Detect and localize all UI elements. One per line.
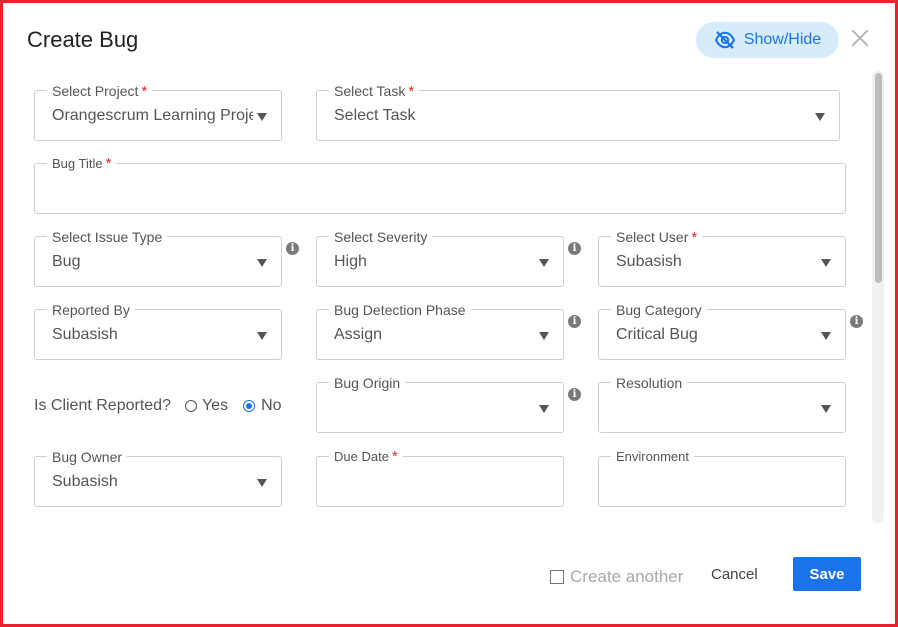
info-icon[interactable]: i	[568, 388, 581, 401]
resolution-label: Resolution	[611, 375, 688, 391]
radio-no-label[interactable]: No	[261, 397, 281, 415]
client-reported-question: Is Client Reported?	[34, 397, 171, 414]
dropdown-caret-icon	[539, 332, 549, 340]
required-marker: *	[105, 155, 112, 172]
required-marker: *	[141, 83, 148, 100]
select-issue-type-dropdown[interactable]: Select Issue Type Bug	[34, 229, 282, 287]
eye-off-icon	[714, 31, 735, 49]
reported-by-dropdown[interactable]: Reported By Subasish	[34, 302, 282, 360]
select-project-value: Orangescrum Learning Proje...	[52, 107, 253, 124]
due-date-input[interactable]: Due Date *	[316, 449, 564, 507]
dropdown-caret-icon	[539, 405, 549, 413]
bug-title-label: Bug Title	[52, 156, 103, 171]
radio-yes-label[interactable]: Yes	[202, 397, 228, 415]
create-another-toggle[interactable]: Create another	[550, 567, 683, 587]
select-user-dropdown[interactable]: Select User * Subasish	[598, 229, 846, 287]
create-another-checkbox[interactable]	[550, 570, 564, 584]
radio-yes[interactable]	[184, 400, 197, 412]
bug-origin-label: Bug Origin	[329, 375, 406, 391]
bug-detection-phase-dropdown[interactable]: Bug Detection Phase Assign	[316, 302, 564, 360]
environment-input[interactable]: Environment	[598, 449, 846, 507]
dropdown-caret-icon	[821, 405, 831, 413]
reported-by-value: Subasish	[52, 326, 118, 343]
info-icon[interactable]: i	[568, 242, 581, 255]
radio-no[interactable]	[243, 400, 256, 412]
required-marker: *	[408, 83, 415, 100]
bug-category-dropdown[interactable]: Bug Category Critical Bug	[598, 302, 846, 360]
bug-category-value: Critical Bug	[616, 326, 698, 343]
bug-category-label: Bug Category	[611, 302, 707, 318]
required-marker: *	[691, 229, 698, 246]
dropdown-caret-icon	[821, 259, 831, 267]
cancel-button[interactable]: Cancel	[711, 566, 758, 583]
dropdown-caret-icon	[257, 479, 267, 487]
select-issue-type-value: Bug	[52, 253, 81, 270]
select-task-dropdown[interactable]: Select Task * Select Task	[316, 83, 840, 141]
select-user-label: Select User	[616, 229, 689, 245]
reported-by-label: Reported By	[47, 302, 135, 318]
show-hide-label: Show/Hide	[743, 31, 822, 48]
bug-detection-phase-label: Bug Detection Phase	[329, 302, 471, 318]
resolution-dropdown[interactable]: Resolution	[598, 375, 846, 433]
select-user-value: Subasish	[616, 253, 682, 270]
select-task-value: Select Task	[334, 107, 416, 124]
dropdown-caret-icon	[539, 259, 549, 267]
required-marker: *	[391, 448, 398, 465]
select-project-label: Select Project	[52, 83, 139, 99]
save-button[interactable]: Save	[793, 557, 861, 591]
dropdown-caret-icon	[815, 113, 825, 121]
dropdown-caret-icon	[257, 332, 267, 340]
dialog-title: Create Bug	[27, 27, 139, 52]
show-hide-button[interactable]: Show/Hide	[696, 22, 839, 58]
due-date-label: Due Date	[334, 449, 389, 464]
info-icon[interactable]: i	[850, 315, 863, 328]
bug-origin-dropdown[interactable]: Bug Origin	[316, 375, 564, 433]
bug-owner-label: Bug Owner	[47, 449, 128, 465]
scrollbar-thumb[interactable]	[875, 73, 882, 283]
select-task-label: Select Task	[334, 83, 406, 99]
dropdown-caret-icon	[257, 113, 267, 121]
bug-owner-dropdown[interactable]: Bug Owner Subasish	[34, 449, 282, 507]
environment-label: Environment	[611, 449, 694, 465]
bug-title-input[interactable]: Bug Title *	[34, 156, 846, 214]
select-severity-value: High	[334, 253, 367, 270]
info-icon[interactable]: i	[286, 242, 299, 255]
bug-detection-phase-value: Assign	[334, 326, 383, 343]
create-another-label: Create another	[570, 567, 684, 586]
dropdown-caret-icon	[821, 332, 831, 340]
close-icon[interactable]	[849, 27, 871, 49]
select-project-dropdown[interactable]: Select Project * Orangescrum Learning Pro…	[34, 83, 282, 141]
create-bug-dialog: Create Bug Show/Hide Select Project * Ora…	[0, 0, 898, 627]
select-severity-dropdown[interactable]: Select Severity High	[316, 229, 564, 287]
client-reported-group: Is Client Reported? Yes No	[34, 396, 282, 416]
dropdown-caret-icon	[257, 259, 267, 267]
select-severity-label: Select Severity	[329, 229, 433, 245]
select-issue-type-label: Select Issue Type	[47, 229, 168, 245]
bug-owner-value: Subasish	[52, 473, 118, 490]
info-icon[interactable]: i	[568, 315, 581, 328]
